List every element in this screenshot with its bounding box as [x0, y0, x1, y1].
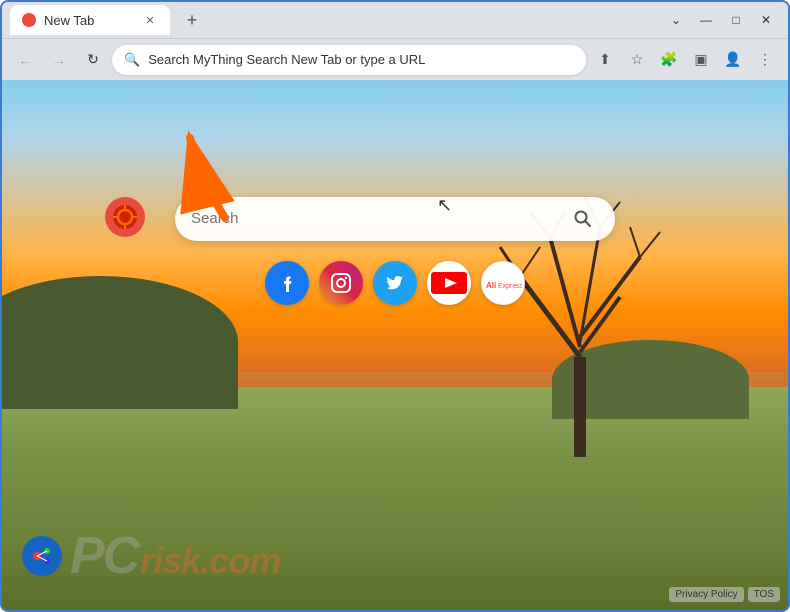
refresh-button[interactable]: ↻ [78, 45, 108, 75]
pcrisk-watermark: PC risk.com [22, 530, 280, 582]
back-button[interactable]: ← [10, 45, 40, 75]
search-input[interactable] [191, 210, 567, 227]
privacy-policy-button[interactable]: Privacy Policy [669, 587, 743, 602]
pcrisk-logo [22, 536, 62, 576]
close-button[interactable]: ✕ [752, 6, 780, 34]
tos-button[interactable]: TOS [748, 587, 780, 602]
address-text: Search MyThing Search New Tab or type a … [148, 52, 574, 67]
forward-button[interactable]: → [44, 45, 74, 75]
bookmark-icon[interactable]: ☆ [622, 45, 652, 75]
bookmark-facebook[interactable] [265, 261, 309, 305]
maximize-button[interactable]: □ [722, 6, 750, 34]
bookmark-aliexpress[interactable]: Ali Express [481, 261, 525, 305]
tab-title: New Tab [44, 13, 134, 28]
window-controls: ⌄ — □ ✕ [662, 6, 780, 34]
address-search-icon: 🔍 [124, 52, 140, 68]
page-content: You Ali Express [2, 80, 788, 610]
profile-icon[interactable]: 👤 [718, 45, 748, 75]
chevron-down-icon[interactable]: ⌄ [662, 6, 690, 34]
bookmark-twitter[interactable] [373, 261, 417, 305]
minimize-button[interactable]: — [692, 6, 720, 34]
bookmark-youtube[interactable]: You [427, 261, 471, 305]
search-box[interactable] [175, 197, 615, 241]
splitscreen-icon[interactable]: ▣ [686, 45, 716, 75]
privacy-links: Privacy Policy TOS [669, 587, 780, 602]
svg-text:Ali: Ali [486, 281, 496, 290]
search-widget: You Ali Express [175, 197, 615, 305]
tab-close-button[interactable]: ✕ [142, 12, 158, 28]
toolbar: ← → ↻ 🔍 Search MyThing Search New Tab or… [2, 38, 788, 80]
extensions-icon[interactable]: 🧩 [654, 45, 684, 75]
share-icon[interactable]: ⬆ [590, 45, 620, 75]
menu-icon[interactable]: ⋮ [750, 45, 780, 75]
title-bar: New Tab ✕ + ⌄ — □ ✕ [2, 2, 788, 38]
bookmarks-row: You Ali Express [265, 261, 525, 305]
browser-tab[interactable]: New Tab ✕ [10, 5, 170, 35]
svg-text:You: You [432, 287, 445, 294]
browser-window: New Tab ✕ + ⌄ — □ ✕ ← → ↻ 🔍 Search MyThi… [0, 0, 790, 612]
pcrisk-text: PC risk.com [70, 530, 280, 582]
mything-logo [105, 197, 145, 237]
toolbar-icons: ⬆ ☆ 🧩 ▣ 👤 ⋮ [590, 45, 780, 75]
search-button[interactable] [567, 203, 599, 235]
svg-text:Express: Express [498, 283, 522, 290]
address-bar[interactable]: 🔍 Search MyThing Search New Tab or type … [112, 45, 586, 75]
tab-favicon [22, 13, 36, 27]
bookmark-instagram[interactable] [319, 261, 363, 305]
new-tab-button[interactable]: + [178, 6, 206, 34]
pc-text: PC [70, 530, 138, 582]
risk-text: risk.com [140, 543, 280, 579]
